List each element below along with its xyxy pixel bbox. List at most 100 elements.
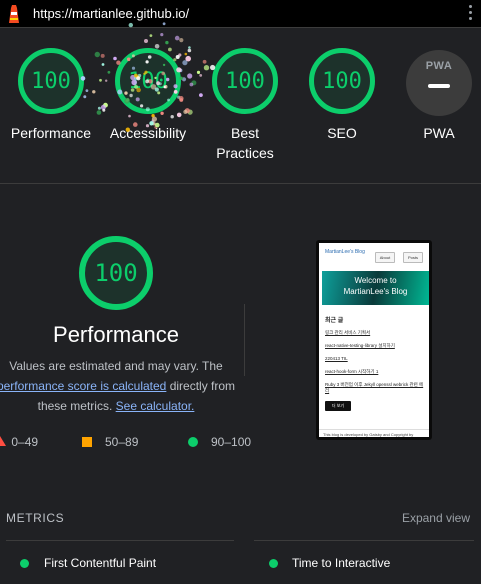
confetti-dot: [202, 59, 207, 64]
confetti-dot: [189, 82, 194, 87]
fail-triangle-icon: [0, 436, 6, 446]
banner-line-2: MartianLee's Blog: [343, 287, 408, 296]
pwa-badge-icon[interactable]: PWA: [406, 50, 472, 116]
confetti-dot: [196, 70, 201, 74]
screenshot-banner: Welcome to MartianLee's Blog: [322, 271, 429, 305]
accessibility-gauge-label[interactable]: Accessibility: [98, 123, 198, 143]
confetti-dot: [184, 52, 188, 56]
banner-line-1: Welcome to: [354, 276, 397, 285]
screenshot-post-link: react-native-testing-library 설치하기: [325, 343, 395, 348]
confetti-dot: [170, 115, 174, 119]
confetti-dot: [100, 53, 105, 58]
section-divider: [0, 183, 481, 184]
pass-circle-icon: [269, 559, 278, 568]
accessibility-score: 100: [128, 68, 168, 94]
confetti-dot: [100, 104, 106, 110]
pass-circle-icon: [20, 559, 29, 568]
screenshot-post-link: Ruby 3 버전업 이후 Jekyll openssl webrick 관련 …: [325, 382, 424, 393]
best-practices-gauge[interactable]: 100: [212, 48, 278, 114]
legend-pass-label: 90–100: [211, 435, 252, 449]
confetti-dot: [175, 55, 180, 59]
url-bar: https://martianlee.github.io/: [0, 0, 481, 28]
screenshot-banner-text: Welcome to MartianLee's Blog: [322, 275, 429, 297]
confetti-dot: [102, 108, 106, 112]
lighthouse-logo-icon: [9, 5, 19, 23]
expand-view-toggle[interactable]: Expand view: [402, 511, 470, 525]
average-square-icon: [82, 437, 92, 447]
confetti-dot: [199, 74, 203, 77]
best-practices-score: 100: [225, 68, 265, 94]
confetti-dot: [187, 48, 192, 53]
seo-gauge-label[interactable]: SEO: [302, 123, 382, 143]
confetti-dot: [199, 93, 203, 97]
metric-tti-name: Time to Interactive: [292, 556, 391, 570]
best-practices-gauge-label[interactable]: Best Practices: [205, 123, 285, 163]
screenshot-brand: MartianLee's Blog: [325, 249, 365, 255]
performance-score-calculated-link[interactable]: performance score is calculated: [0, 379, 166, 393]
screenshot-recent-heading: 최근 글: [325, 318, 344, 324]
confetti-dot: [179, 98, 184, 102]
legend-fail-label: 0–49: [11, 435, 39, 449]
see-calculator-link[interactable]: See calculator.: [116, 399, 195, 413]
confetti-dot: [105, 79, 108, 82]
performance-description: Values are estimated and may vary. The p…: [0, 356, 244, 416]
performance-large-gauge: 100: [79, 236, 153, 310]
kebab-menu-icon[interactable]: [469, 5, 473, 23]
confetti-dot: [183, 109, 188, 114]
screenshot-more-button: 더 보기: [325, 401, 351, 411]
performance-gauge[interactable]: 100: [18, 48, 84, 114]
pwa-na-bar: [428, 84, 450, 88]
confetti-dot: [181, 77, 187, 82]
perf-desc-text-3: these metrics.: [37, 399, 113, 413]
metrics-divider-right: [254, 540, 474, 541]
screenshot-posts-button: Posts: [403, 252, 423, 263]
final-screenshot-thumbnail: MartianLee's Blog About Posts Welcome to…: [316, 240, 432, 440]
confetti-dot: [149, 34, 153, 37]
page-url[interactable]: https://martianlee.github.io/: [33, 6, 189, 21]
metrics-heading: METRICS: [6, 511, 65, 525]
confetti-dot: [94, 51, 101, 58]
confetti-dot: [92, 90, 96, 94]
confetti-dot: [191, 80, 197, 86]
seo-score: 100: [322, 68, 362, 94]
confetti-dot: [99, 78, 102, 82]
screenshot-post-link: react-hook-form 시작하기 1: [325, 369, 379, 374]
perf-desc-text-2: directly from: [169, 379, 236, 393]
confetti-dot: [151, 116, 157, 122]
pass-circle-icon: [188, 437, 198, 447]
confetti-dot: [203, 65, 210, 71]
accessibility-gauge[interactable]: 100: [115, 48, 181, 114]
confetti-dot: [101, 63, 105, 66]
confetti-dot: [179, 38, 184, 43]
confetti-dot: [188, 46, 191, 49]
vertical-separator: [244, 304, 245, 376]
confetti-dot: [177, 95, 181, 99]
confetti-dot: [160, 111, 164, 116]
confetti-dot: [168, 47, 172, 52]
confetti-dot: [103, 102, 108, 108]
legend-fail: 0–49: [0, 434, 38, 450]
performance-gauge-label[interactable]: Performance: [0, 123, 102, 143]
confetti-dot: [96, 110, 102, 115]
confetti-dot: [160, 33, 164, 37]
confetti-dot: [107, 70, 111, 74]
performance-score: 100: [31, 68, 71, 94]
confetti-dot: [185, 55, 191, 62]
performance-title: Performance: [53, 322, 179, 347]
seo-gauge[interactable]: 100: [309, 48, 375, 114]
confetti-dot: [83, 95, 87, 99]
perf-desc-text-1: Values are estimated and may vary. The: [9, 359, 223, 373]
confetti-dot: [176, 112, 182, 118]
performance-large-score: 100: [94, 259, 138, 287]
confetti-dot: [178, 96, 184, 101]
pwa-gauge-label[interactable]: PWA: [399, 123, 479, 143]
confetti-dot: [113, 56, 117, 61]
screenshot-footer: This blog is developed by Gatsby and Cop…: [319, 429, 429, 437]
pwa-badge-text: PWA: [425, 60, 453, 72]
confetti-dot: [165, 40, 169, 45]
metrics-divider-left: [6, 540, 234, 541]
confetti-dot: [85, 89, 89, 92]
confetti-dot: [144, 39, 148, 43]
confetti-dot: [182, 60, 188, 66]
screenshot-about-button: About: [375, 252, 395, 263]
